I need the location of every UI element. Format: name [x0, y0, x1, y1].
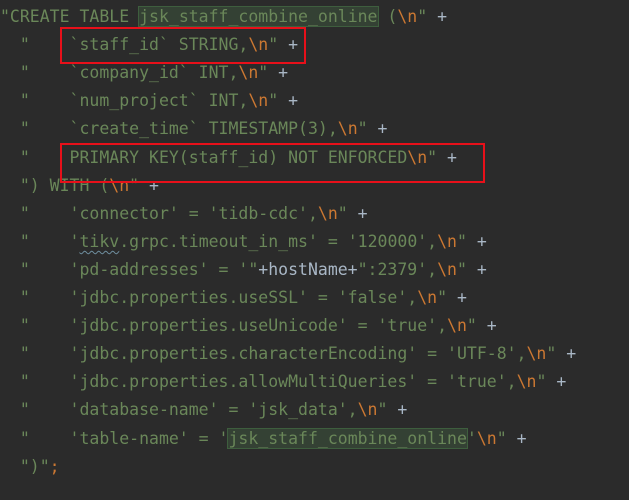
code-token: + — [566, 344, 577, 364]
spellcheck-token: tikv — [79, 231, 120, 251]
code-token: " — [456, 259, 477, 279]
code-token: + — [476, 231, 487, 251]
code-token: " — [357, 119, 378, 139]
code-token: " 'jdbc.properties.characterEncoding' = … — [0, 344, 527, 364]
code-token: " 'jdbc.properties.useUnicode' = 'true', — [0, 316, 448, 336]
code-token: + — [397, 400, 408, 420]
code-token: \n — [397, 7, 418, 26]
code-line[interactable]: " `num_project` INT,\n" + — [0, 87, 298, 115]
code-line[interactable]: " 'table-name' = 'jsk_staff_combine_onli… — [0, 425, 527, 453]
code-token: \n — [317, 203, 338, 223]
code-token: \n — [437, 259, 457, 279]
code-token: " 'jdbc.properties.useSSL' = 'false', — [0, 288, 418, 307]
code-line[interactable]: " 'jdbc.properties.characterEncoding' = … — [0, 340, 576, 368]
code-line[interactable]: " 'jdbc.properties.useSSL' = 'false',\n"… — [0, 284, 467, 312]
code-token: "CREATE TABLE — [0, 7, 140, 26]
code-area[interactable]: "CREATE TABLE jsk_staff_combine_online (… — [0, 0, 629, 500]
code-token: " ' — [0, 231, 80, 251]
code-token: " `company_id` INT, — [0, 63, 239, 83]
code-token: " — [377, 400, 398, 420]
code-token: " — [258, 63, 279, 83]
code-token: " — [457, 231, 477, 251]
code-token: ":2379', — [357, 259, 438, 279]
code-token: + — [377, 119, 388, 139]
code-token: " 'pd-addresses' = '" — [0, 259, 259, 279]
code-token: " 'connector' = 'tidb-cdc', — [0, 203, 318, 223]
code-token: + — [476, 259, 487, 279]
code-token: \n — [417, 288, 438, 307]
code-token: " 'database-name' = 'jsk_data', — [0, 400, 358, 420]
highlighted-token: jsk_staff_combine_online — [138, 6, 379, 27]
code-token: + — [486, 316, 497, 336]
code-token: + — [357, 203, 368, 223]
code-line[interactable]: " 'jdbc.properties.allowMultiQueries' = … — [0, 368, 566, 396]
code-token: \n — [476, 428, 497, 448]
code-token: " — [337, 203, 358, 223]
code-token: " — [268, 91, 289, 111]
code-token: " — [417, 7, 438, 26]
code-token: " `num_project` INT, — [0, 91, 249, 111]
code-line[interactable]: " `create_time` TIMESTAMP(3),\n" + — [0, 115, 388, 143]
code-token: + — [456, 288, 467, 307]
code-token: " `create_time` TIMESTAMP(3), — [0, 119, 338, 139]
annotation-box-primary-key — [60, 143, 485, 183]
code-token: \n — [238, 63, 259, 83]
code-line[interactable]: ")"; — [0, 453, 60, 481]
code-token: .grpc.timeout_in_ms' = '120000', — [119, 231, 438, 251]
code-token: \n — [447, 316, 467, 336]
annotation-box-staff-id — [60, 27, 306, 64]
code-token: " 'jdbc.properties.allowMultiQueries' = … — [0, 372, 517, 392]
code-token: +hostName+ — [258, 259, 358, 279]
code-token: + — [516, 428, 527, 448]
code-line[interactable]: " 'tikv.grpc.timeout_in_ms' = '120000',\… — [0, 228, 487, 256]
code-token: " — [496, 428, 517, 448]
code-token: + — [278, 63, 289, 83]
code-token: ; — [49, 456, 60, 476]
code-token: \n — [437, 231, 457, 251]
code-token: " — [437, 288, 457, 307]
code-token: \n — [357, 400, 378, 420]
code-token: ")" — [0, 456, 50, 476]
code-line[interactable]: " 'jdbc.properties.useUnicode' = 'true',… — [0, 312, 497, 340]
code-token: " 'table-name' = ' — [0, 428, 229, 448]
code-token: ' — [466, 428, 477, 448]
highlighted-token: jsk_staff_combine_online — [227, 427, 468, 449]
code-line[interactable]: " 'database-name' = 'jsk_data',\n" + — [0, 396, 407, 424]
code-token: + — [288, 91, 299, 111]
code-token: + — [556, 372, 567, 392]
code-token: " — [546, 344, 567, 364]
code-token: " — [466, 316, 487, 336]
code-token: + — [437, 7, 448, 26]
code-line[interactable]: " 'pd-addresses' = '"+hostName+":2379',\… — [0, 256, 487, 284]
code-token: ( — [377, 7, 398, 26]
code-token: " — [536, 372, 557, 392]
code-token: \n — [526, 344, 547, 364]
code-token: \n — [248, 91, 269, 111]
code-line[interactable]: " 'connector' = 'tidb-cdc',\n" + — [0, 200, 368, 228]
code-token: \n — [337, 119, 358, 139]
code-token: \n — [516, 372, 537, 392]
